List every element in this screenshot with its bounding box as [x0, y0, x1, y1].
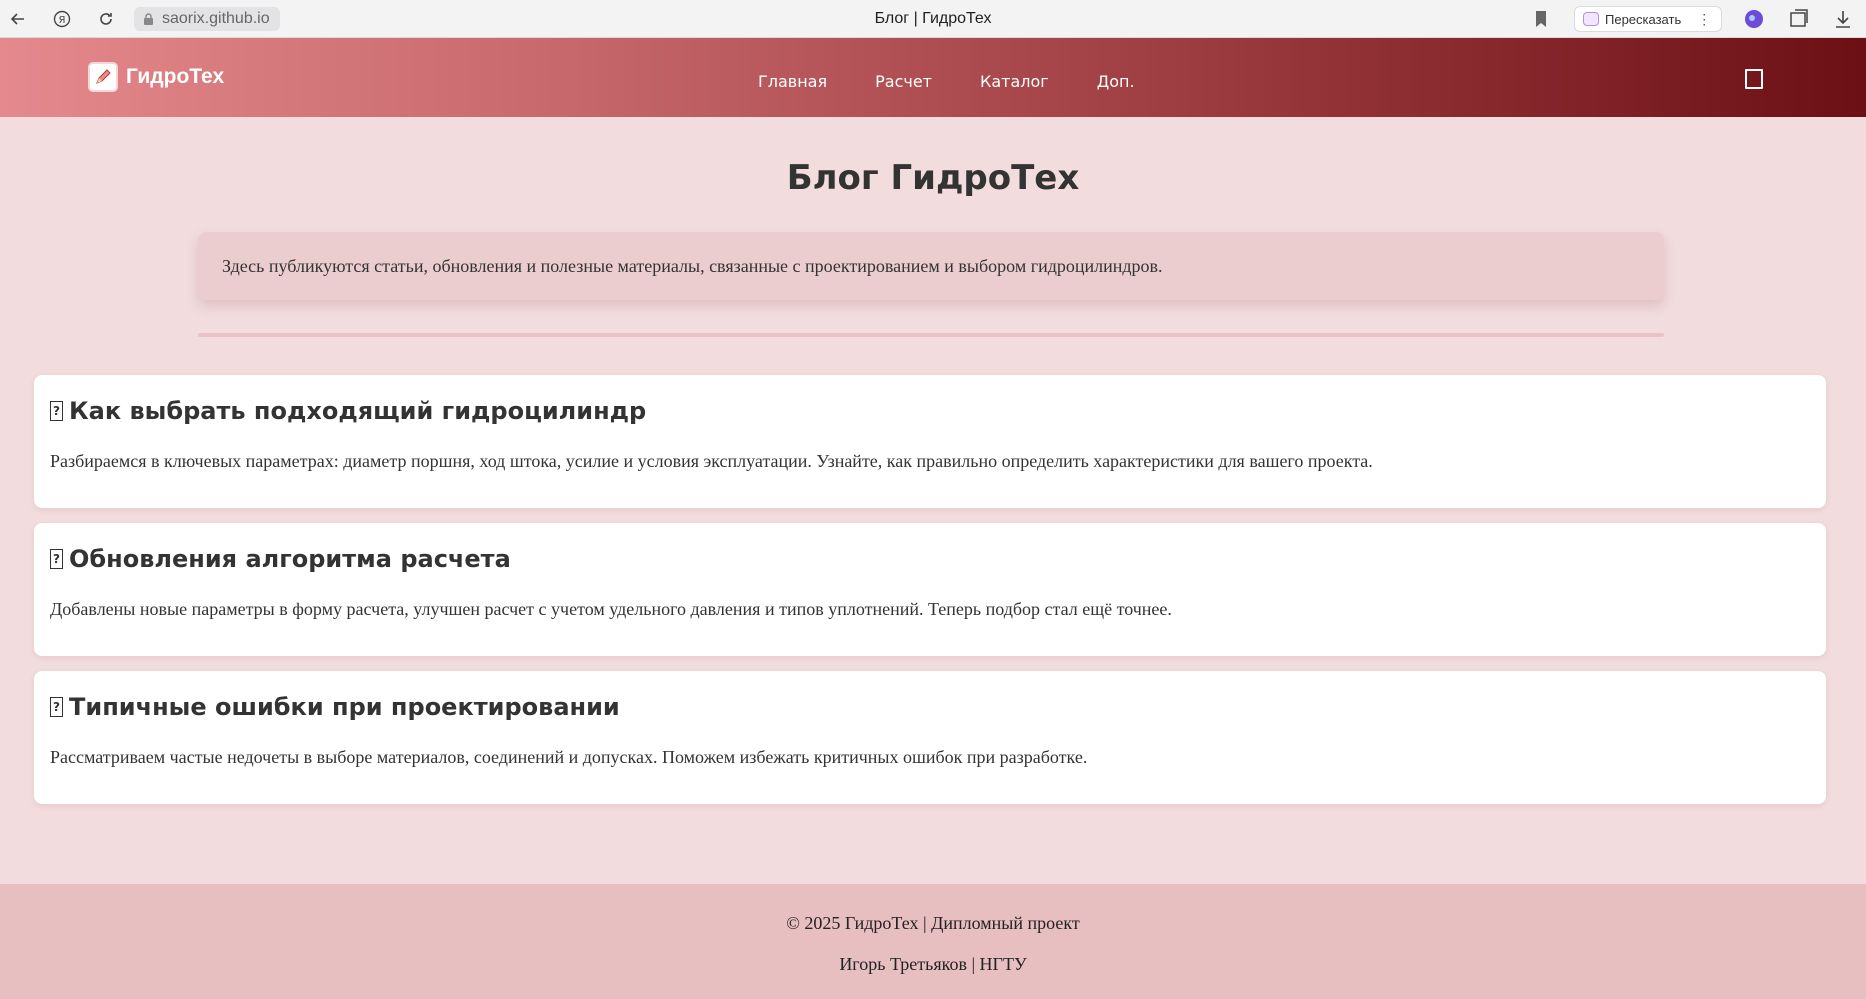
address-bar[interactable]: saorix.github.io [134, 7, 280, 31]
footer-author: Игорь Третьяков | НГТУ [839, 954, 1027, 974]
lock-icon [144, 13, 153, 25]
yandex-icon[interactable]: Я [49, 6, 75, 32]
post-text: Добавлены новые параметры в форму расчет… [50, 599, 1172, 619]
site-header: ГидроТех Главная Расчет Каталог Доп. [0, 38, 1866, 117]
retell-button[interactable]: Пересказать ⋮ [1574, 6, 1723, 32]
svg-text:Я: Я [59, 15, 66, 26]
url-text: saorix.github.io [162, 10, 270, 27]
intro-box: Здесь публикуются статьи, обновления и п… [198, 232, 1664, 300]
post-icon: ? [50, 401, 63, 421]
main-nav: Главная Расчет Каталог Доп. [758, 72, 1135, 91]
site-logo[interactable]: ГидроТех [88, 62, 224, 92]
bookmark-icon[interactable] [1534, 10, 1548, 28]
post-text: Разбираемся в ключевых параметрах: диаме… [50, 451, 1373, 471]
collections-icon[interactable] [1788, 8, 1810, 30]
page-title: Блог ГидроТех [786, 158, 1080, 198]
browser-toolbar: Я saorix.github.io Блог | ГидроТех Перес… [0, 0, 1866, 38]
post-text: Рассматриваем частые недочеты в выборе м… [50, 747, 1088, 767]
post-title[interactable]: ? Как выбрать подходящий гидроцилиндр [50, 397, 646, 425]
site-footer: © 2025 ГидроТех | Дипломный проект Игорь… [0, 884, 1866, 999]
pencil-icon [88, 62, 118, 92]
back-icon[interactable] [5, 6, 31, 32]
intro-text: Здесь публикуются статьи, обновления и п… [222, 255, 1163, 276]
post-title-text: Типичные ошибки при проектировании [69, 693, 620, 721]
download-icon[interactable] [1832, 8, 1854, 30]
alice-icon[interactable] [1743, 8, 1765, 30]
nav-calculation[interactable]: Расчет [875, 72, 932, 91]
post-title[interactable]: ? Обновления алгоритма расчета [50, 545, 511, 573]
divider [198, 333, 1664, 337]
footer-copyright: © 2025 ГидроТех | Дипломный проект [786, 913, 1080, 933]
post-title[interactable]: ? Типичные ошибки при проектировании [50, 693, 620, 721]
blog-post: ? Как выбрать подходящий гидроцилиндр Ра… [34, 375, 1826, 508]
retell-label: Пересказать [1605, 11, 1682, 27]
post-title-text: Как выбрать подходящий гидроцилиндр [69, 397, 647, 425]
blog-post: ? Типичные ошибки при проектировании Рас… [34, 671, 1826, 804]
reload-icon[interactable] [93, 6, 119, 32]
retell-icon [1583, 12, 1599, 26]
more-icon[interactable]: ⋮ [1697, 11, 1711, 28]
nav-extra[interactable]: Доп. [1097, 72, 1135, 91]
logo-text: ГидроТех [126, 65, 225, 88]
nav-home[interactable]: Главная [758, 72, 827, 91]
blog-post: ? Обновления алгоритма расчета Добавлены… [34, 523, 1826, 656]
menu-toggle-icon[interactable] [1745, 69, 1763, 89]
post-icon: ? [50, 549, 63, 569]
post-title-text: Обновления алгоритма расчета [69, 545, 511, 573]
post-icon: ? [50, 697, 63, 717]
nav-catalog[interactable]: Каталог [980, 72, 1049, 91]
